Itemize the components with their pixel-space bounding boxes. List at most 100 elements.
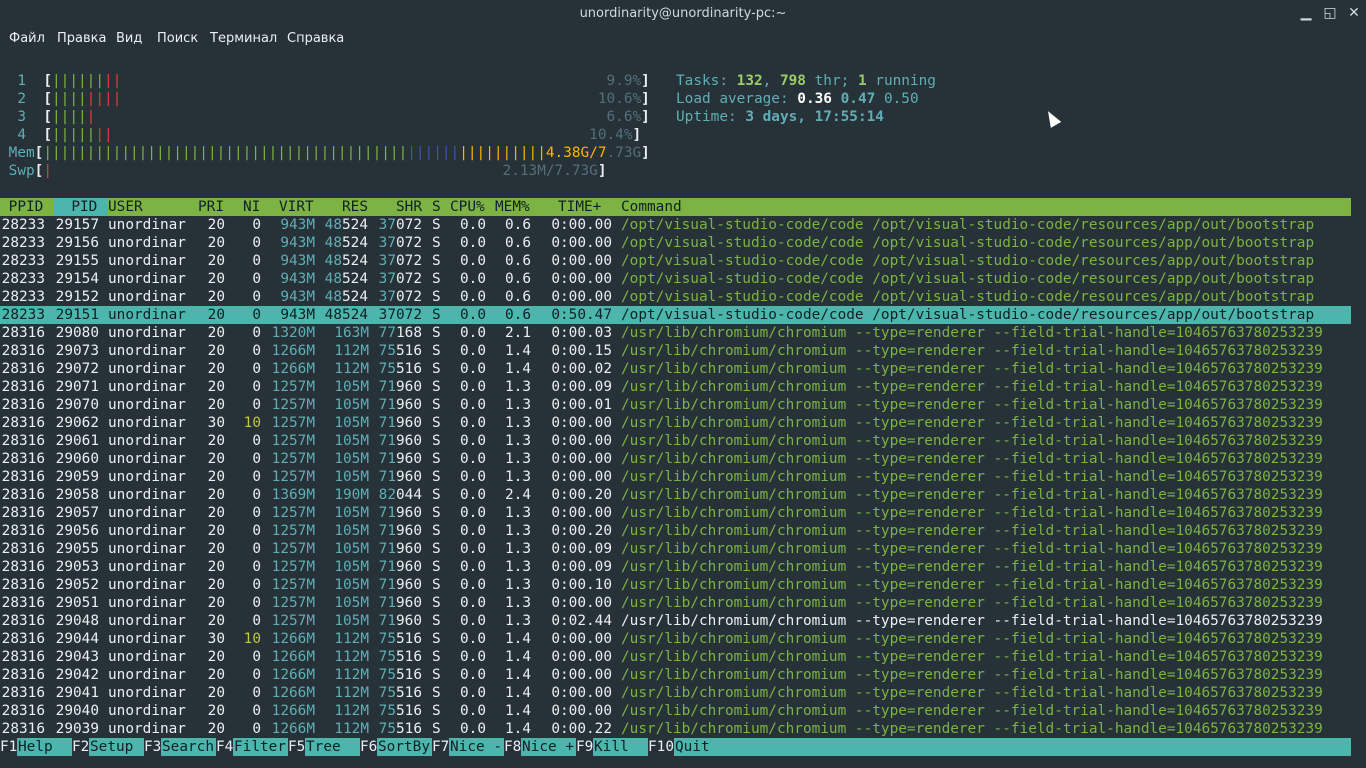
cell-ni: 0: [252, 397, 261, 413]
fkey-search-label[interactable]: Search: [162, 738, 214, 756]
cell-pid: 29041: [55, 685, 99, 701]
col-pri[interactable]: PRI: [198, 198, 224, 216]
cell-time: 0:00.00: [551, 649, 612, 665]
table-row[interactable]: 28316 29053 unordinar 20 0 1257M 105M 71 960 S 0.0…: [0, 558, 1351, 576]
table-row[interactable]: 28316 29072 unordinar 20 0 1266M 112M 75 516 S 0.0…: [0, 360, 1351, 378]
table-row[interactable]: 28316 29040 unordinar 20 0 1266M 112M 75 516 S 0.0…: [0, 702, 1351, 720]
cell-pri: 20: [207, 361, 225, 377]
col-shr[interactable]: SHR: [396, 198, 422, 216]
table-row[interactable]: 28316 29052 unordinar 20 0 1257M 105M 71 960 S 0.0…: [0, 576, 1351, 594]
window-titlebar[interactable]: unordinarity@unordinarity-pc:~ ▁ ◱ ✕: [0, 0, 1366, 28]
table-row[interactable]: 28316 29073 unordinar 20 0 1266M 112M 75 516 S 0.0…: [0, 342, 1351, 360]
col-time[interactable]: TIME+: [558, 198, 601, 216]
fkey-kill-label[interactable]: Kill: [594, 738, 646, 756]
col-state[interactable]: S: [432, 198, 441, 216]
table-row[interactable]: 28316 29060 unordinar 20 0 1257M 105M 71 960 S 0.0…: [0, 450, 1351, 468]
menu-help[interactable]: Справка: [287, 31, 344, 46]
fkey-f5[interactable]: F5: [288, 738, 306, 756]
fkey-f9[interactable]: F9: [576, 738, 594, 756]
fkey-f8[interactable]: F8: [504, 738, 522, 756]
col-mem[interactable]: MEM%: [495, 198, 530, 216]
table-row[interactable]: 28316 29041 unordinar 20 0 1266M 112M 75 516 S 0.0…: [0, 684, 1351, 702]
fkey-quit-label[interactable]: Quit: [675, 738, 710, 756]
cell-ni: 0: [252, 343, 261, 359]
fkey-f4[interactable]: F4: [216, 738, 234, 756]
fkey-f6[interactable]: F6: [360, 738, 378, 756]
col-ppid[interactable]: PPID: [0, 198, 44, 216]
col-pid[interactable]: PID: [54, 198, 108, 216]
table-row[interactable]: 28316 29062 unordinar 30 10 1257M 105M 71 960 S 0.…: [0, 414, 1351, 432]
minimize-icon[interactable]: ▁: [1297, 4, 1315, 22]
cell-virt: 1266M: [271, 703, 315, 719]
fkey-f7[interactable]: F7: [432, 738, 450, 756]
table-row[interactable]: 28316 29080 unordinar 20 0 1320M 163M 77 168 S 0.0…: [0, 324, 1351, 342]
cell-cpu: 0.0: [460, 721, 486, 737]
fkey-nice-minus-label[interactable]: Nice -: [450, 738, 502, 756]
col-command[interactable]: Command: [621, 198, 682, 216]
cell-res-a: 105M: [334, 523, 369, 539]
cell-cmd: /usr/lib/chromium/chromium --type=render…: [621, 379, 1323, 395]
fkey-f10[interactable]: F10: [648, 738, 674, 756]
table-row[interactable]: 28233 29151 unordinar 20 0 943M 48 524 37 072 S 0.0…: [0, 306, 1351, 324]
cell-user: unordinar: [108, 505, 186, 521]
table-row[interactable]: 28233 29154 unordinar 20 0 943M 48 524 37 072 S 0.0…: [0, 270, 1351, 288]
table-row[interactable]: 28316 29059 unordinar 20 0 1257M 105M 71 960 S 0.0…: [0, 468, 1351, 486]
table-row[interactable]: 28316 29056 unordinar 20 0 1257M 105M 71 960 S 0.0…: [0, 522, 1351, 540]
fkey-setup-label[interactable]: Setup: [90, 738, 142, 756]
fkey-filter-label[interactable]: Filter: [234, 738, 286, 756]
menu-edit[interactable]: Правка: [57, 31, 106, 46]
col-cpu[interactable]: CPU%: [450, 198, 485, 216]
maximize-icon[interactable]: ◱: [1321, 4, 1339, 22]
fkey-f1[interactable]: F1: [0, 738, 18, 756]
col-virt[interactable]: VIRT: [279, 198, 314, 216]
cell-ni: 10: [243, 415, 261, 431]
cell-virt: 1369M: [271, 487, 315, 503]
cell-res-a: 112M: [334, 361, 369, 377]
table-row[interactable]: 28233 29156 unordinar 20 0 943M 48 524 37 072 S 0.0…: [0, 234, 1351, 252]
cell-cpu: 0.0: [460, 631, 486, 647]
table-row[interactable]: 28316 29061 unordinar 20 0 1257M 105M 71 960 S 0.0…: [0, 432, 1351, 450]
cell-shr-b: 960: [396, 559, 422, 575]
close-icon[interactable]: ✕: [1345, 4, 1363, 22]
table-row[interactable]: 28233 29152 unordinar 20 0 943M 48 524 37 072 S 0.0…: [0, 288, 1351, 306]
cell-res-a: 48: [324, 271, 342, 287]
table-row[interactable]: 28316 29051 unordinar 20 0 1257M 105M 71 960 S 0.0…: [0, 594, 1351, 612]
cell-time: 0:00.00: [551, 451, 612, 467]
cell-res-a: 105M: [334, 415, 369, 431]
table-row[interactable]: 28316 29039 unordinar 20 0 1266M 112M 75 516 S 0.0…: [0, 720, 1351, 738]
table-row[interactable]: 28233 29157 unordinar 20 0 943M 48 524 37 072 S 0.0…: [0, 216, 1351, 234]
table-row[interactable]: 28316 29058 unordinar 20 0 1369M 190M 82 044 S 0.0…: [0, 486, 1351, 504]
col-res[interactable]: RES: [342, 198, 368, 216]
table-row[interactable]: 28316 29048 unordinar 20 0 1257M 105M 71 960 S 0.0…: [0, 612, 1351, 630]
table-row[interactable]: 28316 29043 unordinar 20 0 1266M 112M 75 516 S 0.0…: [0, 648, 1351, 666]
table-row[interactable]: 28316 29042 unordinar 20 0 1266M 112M 75 516 S 0.0…: [0, 666, 1351, 684]
fkey-nice-plus-label[interactable]: Nice +: [522, 738, 574, 756]
menu-search[interactable]: Поиск: [157, 31, 198, 46]
col-ni[interactable]: NI: [243, 198, 260, 216]
fkey-f2[interactable]: F2: [72, 738, 90, 756]
fkey-sortby-label[interactable]: SortBy: [378, 738, 430, 756]
table-row[interactable]: 28316 29057 unordinar 20 0 1257M 105M 71 960 S 0.0…: [0, 504, 1351, 522]
cell-shr-b: 516: [396, 649, 422, 665]
table-row[interactable]: 28316 29044 unordinar 30 10 1266M 112M 75 516 S 0.…: [0, 630, 1351, 648]
fkey-help-label[interactable]: Help: [18, 738, 70, 756]
cell-res-a: 105M: [334, 577, 369, 593]
table-row[interactable]: 28316 29055 unordinar 20 0 1257M 105M 71 960 S 0.0…: [0, 540, 1351, 558]
menu-view[interactable]: Вид: [116, 31, 142, 46]
fkey-f3[interactable]: F3: [144, 738, 162, 756]
cell-shr-a: 71: [378, 379, 396, 395]
cell-pri: 20: [207, 559, 225, 575]
cell-mem: 0.6: [505, 235, 531, 251]
cell-pri: 20: [207, 523, 225, 539]
fkey-tree-label[interactable]: Tree: [306, 738, 358, 756]
menu-file[interactable]: Файл: [9, 31, 45, 46]
col-user[interactable]: USER: [108, 198, 143, 216]
table-row[interactable]: 28316 29070 unordinar 20 0 1257M 105M 71 960 S 0.0…: [0, 396, 1351, 414]
table-row[interactable]: 28316 29071 unordinar 20 0 1257M 105M 71 960 S 0.0…: [0, 378, 1351, 396]
cell-cpu: 0.0: [460, 577, 486, 593]
table-row[interactable]: 28233 29155 unordinar 20 0 943M 48 524 37 072 S 0.0…: [0, 252, 1351, 270]
menu-terminal[interactable]: Терминал: [210, 31, 277, 46]
terminal-area[interactable]: 1 [|||||||| 9.9%] 2 [|||||||| 10.6%] 3 […: [0, 52, 1366, 768]
cell-ni: 0: [252, 577, 261, 593]
cell-shr-a: 71: [378, 541, 396, 557]
